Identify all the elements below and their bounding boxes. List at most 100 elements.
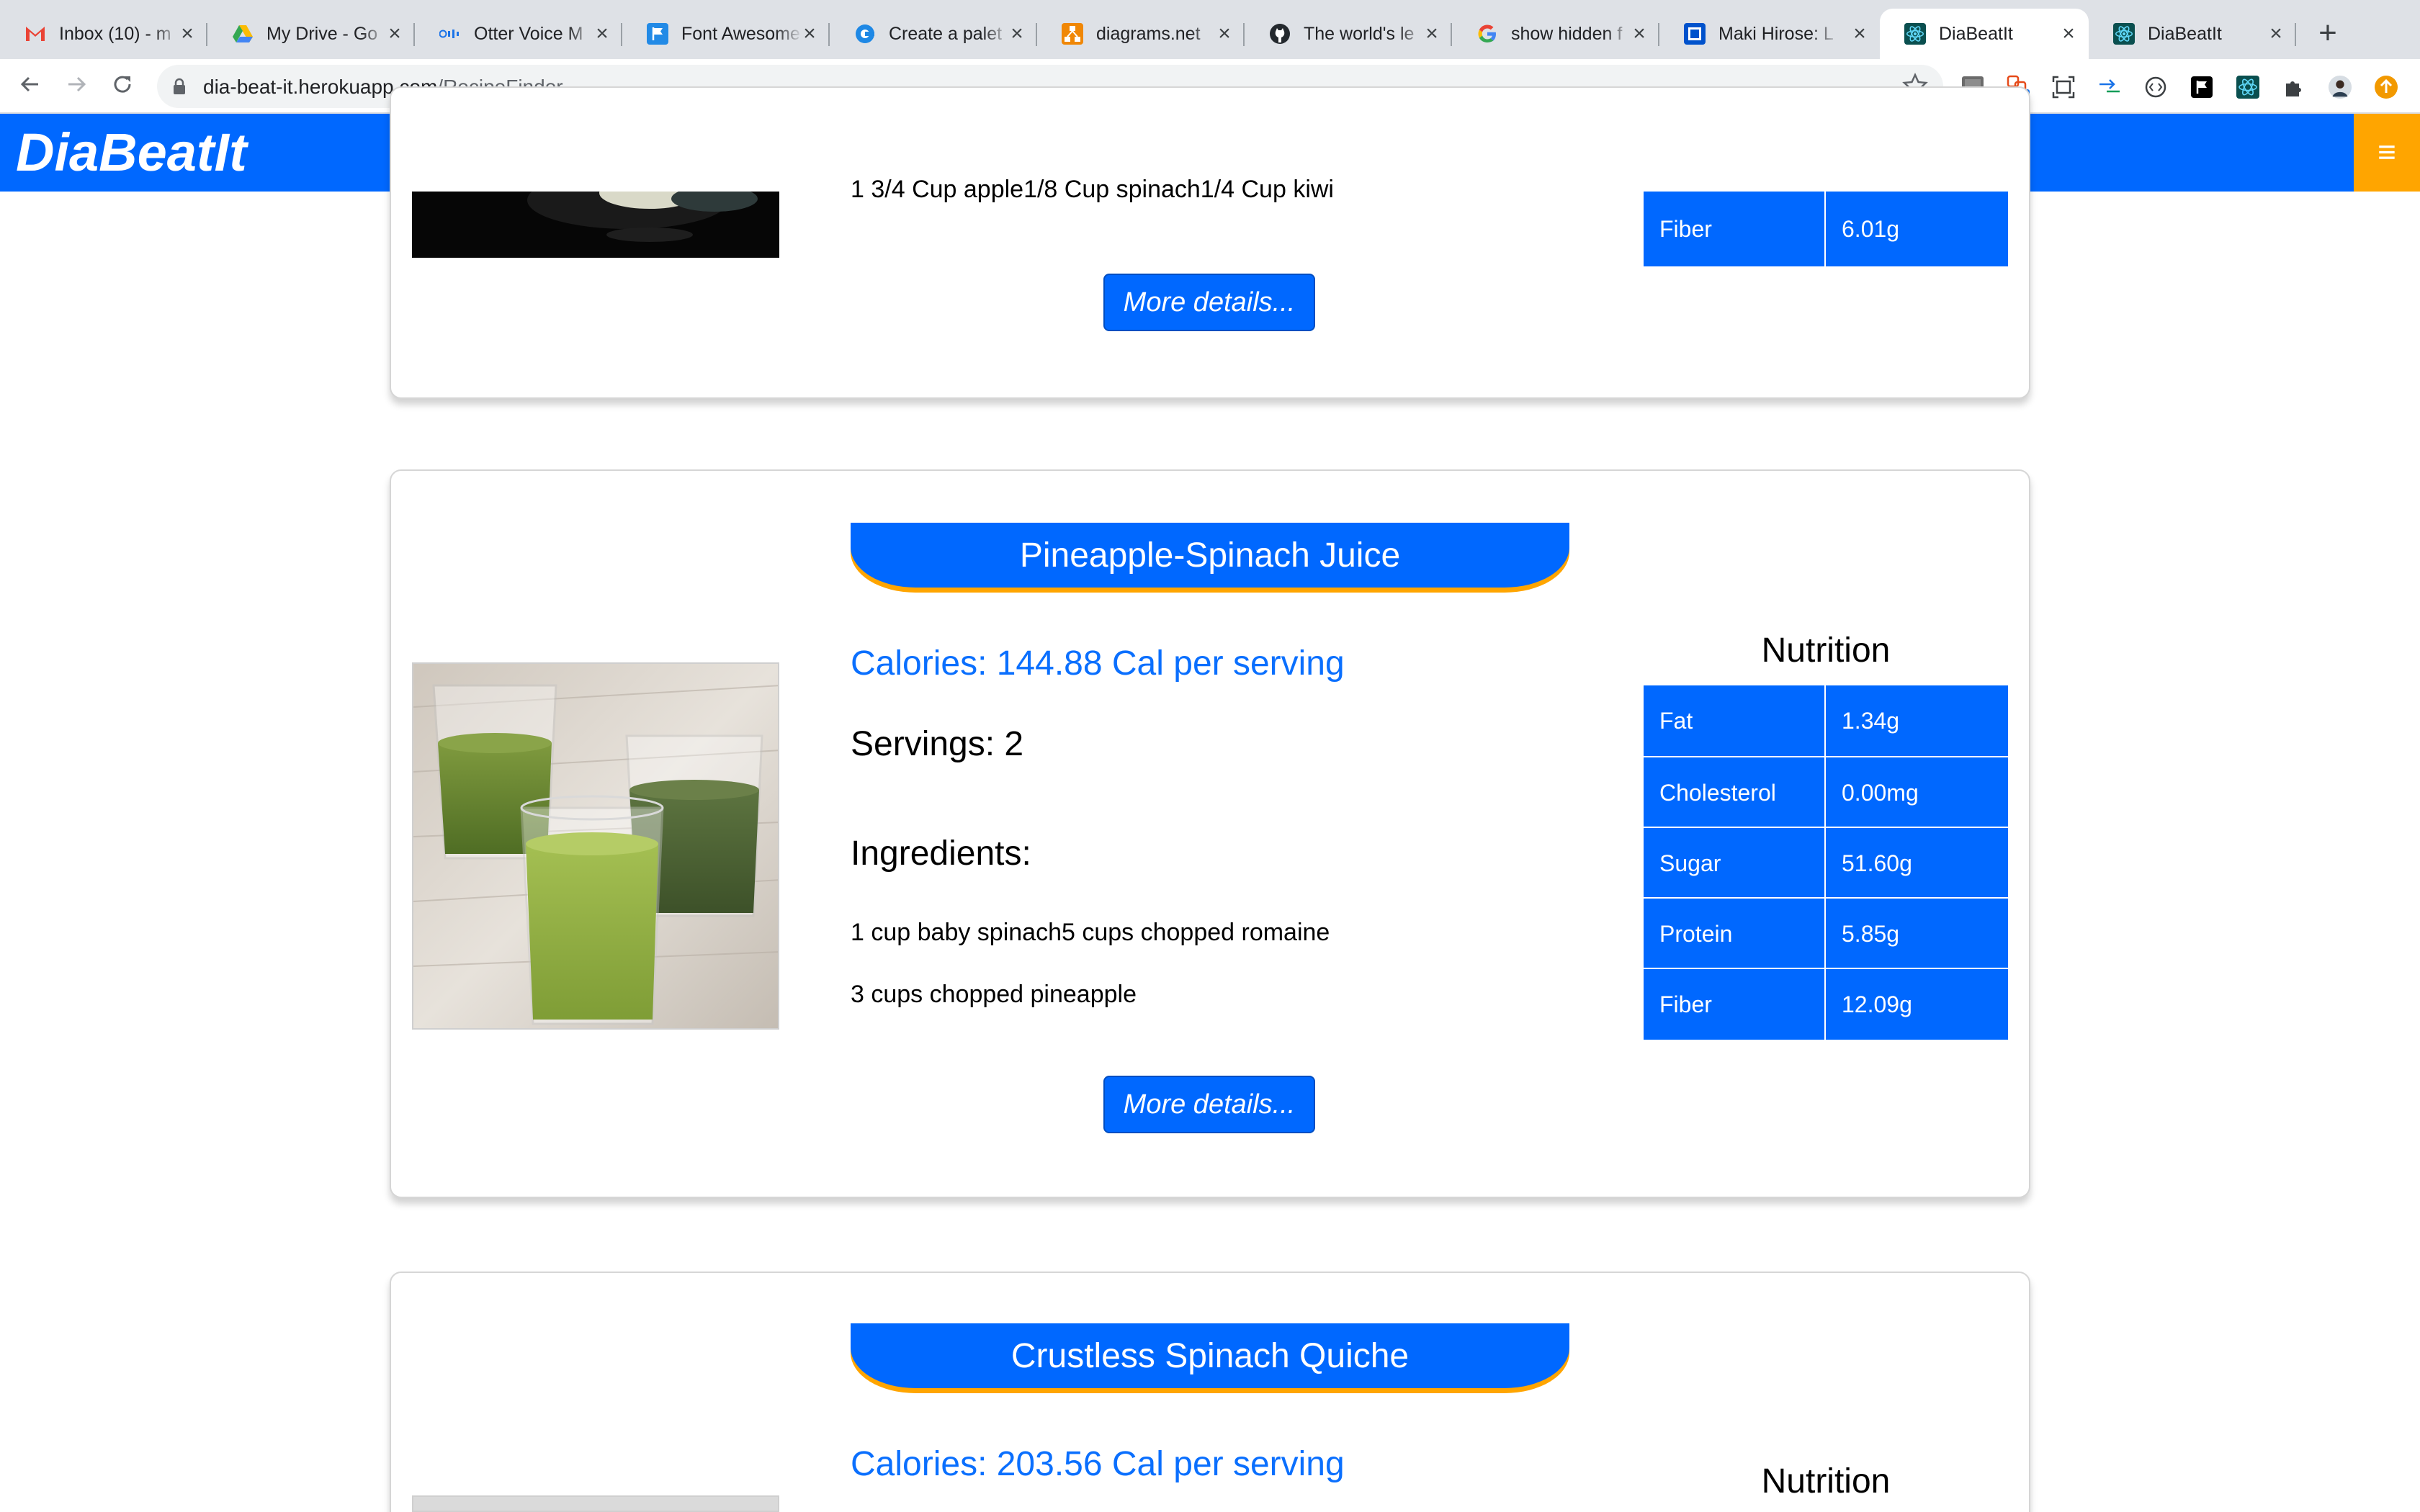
gmail-icon <box>24 23 46 45</box>
font-awesome-icon <box>647 23 668 45</box>
recipe-title: Pineapple-Spinach Juice <box>851 523 1569 588</box>
reload-button[interactable] <box>107 71 138 102</box>
coolors-icon <box>854 23 876 45</box>
ingredient-line: 3 cups chopped pineapple <box>851 981 1137 1008</box>
brand-logo[interactable]: DiaBeatIt <box>16 122 247 183</box>
drive-icon <box>232 23 254 45</box>
google-icon <box>1476 23 1498 45</box>
update-chrome-icon[interactable] <box>2374 75 2398 99</box>
arrow-right-icon <box>68 76 86 92</box>
green-juice-photo-image <box>413 664 778 1028</box>
react-icon <box>2113 23 2135 45</box>
reload-icon <box>114 76 131 93</box>
more-details-button[interactable]: More details... <box>1103 1076 1315 1133</box>
nutrition-value: 6.01g <box>1826 192 2008 266</box>
otter-icon <box>439 23 461 45</box>
tab-close-icon[interactable]: × <box>591 22 614 45</box>
diagrams-icon <box>1062 23 1083 45</box>
nutrition-value: 0.00mg <box>1826 757 2008 828</box>
nutrition-label: Sugar <box>1644 828 1826 899</box>
browser-tab-drive[interactable]: My Drive - Go × <box>207 9 415 59</box>
tab-close-icon[interactable]: × <box>383 22 406 45</box>
nutrition-label: Fat <box>1644 685 1826 756</box>
nutrition-heading: Nutrition <box>1761 1462 1891 1500</box>
react-devtools-icon[interactable] <box>2236 75 2260 99</box>
fruit-photo-image <box>412 192 779 258</box>
nutrition-row-sugar: Sugar 51.60g <box>1644 827 2008 899</box>
nutrition-value: 51.60g <box>1826 828 2008 899</box>
nutrition-value: 12.09g <box>1826 969 2008 1040</box>
tab-title: Inbox (10) - m <box>59 23 171 44</box>
ingredient-line: 1 cup baby spinach5 cups chopped romaine <box>851 919 1330 946</box>
extensions-puzzle-icon[interactable] <box>2282 75 2306 99</box>
nutrition-row-fiber: Fiber 12.09g <box>1644 968 2008 1040</box>
recipe-photo <box>412 662 779 1030</box>
recipe-photo <box>412 1495 779 1512</box>
browser-tab-github[interactable]: The world's le × <box>1245 9 1452 59</box>
react-icon <box>1904 23 1926 45</box>
tab-close-icon[interactable]: × <box>2057 22 2080 45</box>
ingredients-heading: Ingredients: <box>851 834 1031 873</box>
browser-tab-diabeatit-active[interactable]: DiaBeatIt × <box>1880 9 2089 59</box>
nutrition-label: Protein <box>1644 899 1826 969</box>
screen-capture-icon[interactable] <box>2051 75 2076 99</box>
tab-close-icon[interactable]: × <box>798 22 821 45</box>
nutrition-table: Fat 1.34g Cholesterol 0.00mg Sugar 51.60… <box>1644 685 2008 1040</box>
nutrition-row-fiber: Fiber 6.01g <box>1644 192 2008 266</box>
arrow-left-icon <box>20 76 38 92</box>
tab-title: Font Awesome <box>681 23 800 44</box>
recipe-servings: Servings: 2 <box>851 725 1024 763</box>
browser-tab-diabeatit[interactable]: DiaBeatIt × <box>2089 9 2296 59</box>
browser-tab-otter[interactable]: Otter Voice M × <box>415 9 622 59</box>
nutrition-heading: Nutrition <box>1761 631 1891 670</box>
browser-tab-trello[interactable]: Maki Hirose: L × <box>1659 9 1880 59</box>
nutrition-label: Cholesterol <box>1644 757 1826 828</box>
extension-flag-icon[interactable] <box>2190 75 2214 99</box>
nutrition-row-cholesterol: Cholesterol 0.00mg <box>1644 756 2008 828</box>
more-details-button[interactable]: More details... <box>1103 274 1315 331</box>
recipe-calories: Calories: 203.56 Cal per serving <box>851 1445 1345 1483</box>
tab-title: DiaBeatIt <box>2148 23 2222 44</box>
nutrition-label: Fiber <box>1644 192 1826 266</box>
tab-title: diagrams.net <box>1096 23 1201 44</box>
hamburger-menu-button[interactable]: ≡ <box>2354 114 2420 192</box>
nutrition-row-fat: Fat 1.34g <box>1644 685 2008 756</box>
nutrition-label: Fiber <box>1644 969 1826 1040</box>
tab-title: My Drive - Go <box>266 23 378 44</box>
extension-code-icon[interactable] <box>2143 75 2168 99</box>
profile-avatar[interactable] <box>2328 75 2352 99</box>
recipe-title: Crustless Spinach Quiche <box>851 1323 1569 1388</box>
forward-button[interactable] <box>60 71 92 102</box>
tab-close-icon[interactable]: × <box>1848 22 1871 45</box>
extension-arrows-icon[interactable] <box>2097 75 2122 99</box>
recipe-calories: Calories: 144.88 Cal per serving <box>851 644 1345 683</box>
github-icon <box>1269 23 1291 45</box>
tab-title: Create a palet <box>889 23 1003 44</box>
nutrition-value: 5.85g <box>1826 899 2008 969</box>
tab-title: The world's le <box>1304 23 1415 44</box>
browser-tab-google[interactable]: show hidden f × <box>1452 9 1659 59</box>
ingredient-line: 1 3/4 Cup apple1/8 Cup spinach1/4 Cup ki… <box>851 176 1334 203</box>
tab-close-icon[interactable]: × <box>1628 22 1651 45</box>
tab-divider <box>2295 23 2296 46</box>
nutrition-value: 1.34g <box>1826 685 2008 756</box>
browser-tab-coolors[interactable]: Create a palet × <box>830 9 1037 59</box>
browser-tab-strip: Inbox (10) - m × My Drive - Go × Otter V… <box>0 0 2420 59</box>
menu-icon: ≡ <box>2378 135 2396 170</box>
tab-close-icon[interactable]: × <box>2264 22 2287 45</box>
back-button[interactable] <box>14 71 46 102</box>
new-tab-button[interactable]: + <box>2312 14 2344 52</box>
tab-title: Otter Voice M <box>474 23 583 44</box>
tab-title: DiaBeatIt <box>1939 23 2013 44</box>
browser-tab-gmail[interactable]: Inbox (10) - m × <box>0 9 207 59</box>
browser-tab-font-awesome[interactable]: Font Awesome × <box>622 9 830 59</box>
tab-close-icon[interactable]: × <box>176 22 199 45</box>
tab-close-icon[interactable]: × <box>1005 22 1028 45</box>
nutrition-table-previous: Fiber 6.01g <box>1644 192 2008 266</box>
tab-close-icon[interactable]: × <box>1420 22 1443 45</box>
tab-title: show hidden f <box>1511 23 1623 44</box>
trello-icon <box>1684 23 1706 45</box>
recipe-photo <box>412 192 779 258</box>
browser-tab-diagrams[interactable]: diagrams.net × <box>1037 9 1245 59</box>
tab-close-icon[interactable]: × <box>1213 22 1236 45</box>
